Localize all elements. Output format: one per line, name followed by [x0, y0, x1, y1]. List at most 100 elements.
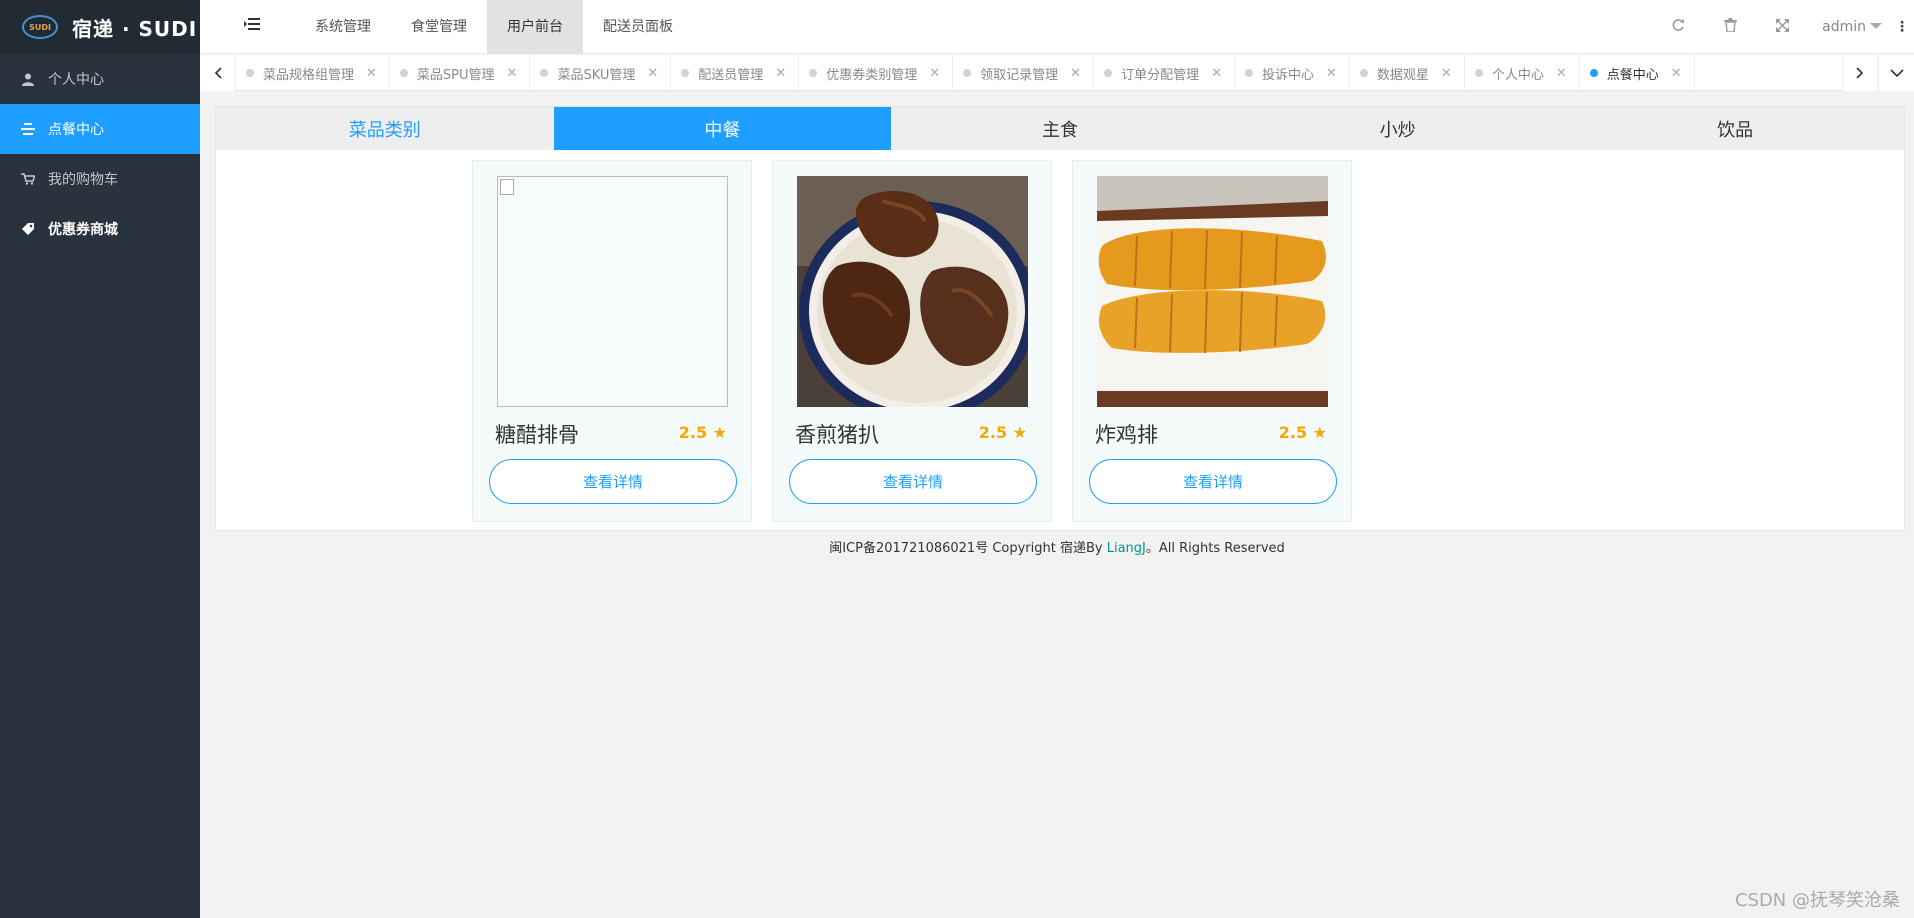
view-details-button[interactable]: 查看详情 — [789, 459, 1037, 504]
close-icon[interactable]: ✕ — [647, 66, 658, 81]
dish-image — [797, 176, 1028, 407]
footer-suffix: 。All Rights Reserved — [1145, 541, 1285, 556]
close-icon[interactable]: ✕ — [1556, 66, 1567, 81]
top-header: 系统管理 食堂管理 用户前台 配送员面板 admin ⋮ — [200, 0, 1914, 54]
tab-label: 点餐中心 — [1606, 67, 1659, 83]
tag-icon — [20, 222, 36, 236]
more-vertical-icon[interactable]: ⋮ — [1890, 19, 1914, 35]
view-details-button[interactable]: 查看详情 — [1089, 459, 1337, 504]
fullscreen-icon[interactable] — [1756, 18, 1808, 36]
close-icon[interactable]: ✕ — [929, 66, 940, 81]
close-icon[interactable]: ✕ — [1441, 66, 1452, 81]
top-menu-system[interactable]: 系统管理 — [295, 0, 391, 54]
tab-dot — [1359, 69, 1368, 77]
category-tab-chinese[interactable]: 中餐 — [553, 107, 892, 150]
tab-label: 数据观星 — [1376, 67, 1429, 83]
tab-claim-records[interactable]: 领取记录管理 ✕ — [953, 55, 1095, 91]
tab-dot — [399, 69, 408, 77]
dish-image — [1097, 176, 1328, 407]
footer-author-link[interactable]: LiangJ — [1107, 541, 1146, 556]
trash-icon[interactable] — [1704, 18, 1756, 36]
dish-rating: 2.5 ★ — [979, 423, 1027, 442]
watermark: CSDN @抚琴笑沧桑 — [1734, 890, 1900, 911]
menu-toggle-icon[interactable] — [244, 17, 260, 33]
user-icon — [20, 73, 36, 86]
tab-data-view[interactable]: 数据观星 ✕ — [1350, 55, 1465, 91]
header-actions: admin ⋮ — [1652, 0, 1914, 54]
tab-dot — [681, 69, 690, 77]
category-tab-stir-fry[interactable]: 小炒 — [1229, 107, 1567, 150]
sidebar-item-order-center[interactable]: 点餐中心 — [0, 104, 200, 154]
star-icon: ★ — [1012, 423, 1027, 442]
footer: 闽ICP备201721086021号 Copyright 宿递By LiangJ… — [200, 537, 1914, 556]
user-name: admin — [1822, 19, 1866, 35]
close-icon[interactable]: ✕ — [507, 66, 518, 81]
close-icon[interactable]: ✕ — [366, 66, 377, 81]
close-icon[interactable]: ✕ — [1326, 66, 1337, 81]
close-icon[interactable]: ✕ — [775, 66, 786, 81]
refresh-icon[interactable] — [1652, 18, 1704, 36]
close-icon[interactable]: ✕ — [1211, 66, 1222, 81]
logo-badge: SUDI — [22, 15, 58, 39]
top-menu-courier-panel[interactable]: 配送员面板 — [583, 0, 693, 54]
page-tabs-bar: 菜品规格组管理 ✕ 菜品SPU管理 ✕ 菜品SKU管理 ✕ 配送员管理 ✕ 优惠券类别管… — [200, 55, 1914, 91]
sidebar-item-label: 点餐中心 — [48, 122, 104, 138]
tabs-menu-chevron-down-icon[interactable] — [1878, 55, 1914, 91]
dish-card: 炸鸡排 2.5 ★ 查看详情 — [1072, 160, 1352, 522]
logo[interactable]: SUDI 宿递 · SUDI — [0, 0, 200, 54]
dish-image-broken — [497, 176, 728, 407]
tab-sku[interactable]: 菜品SKU管理 ✕ — [530, 55, 672, 91]
tab-dot — [246, 69, 254, 77]
top-menu-canteen[interactable]: 食堂管理 — [391, 0, 487, 54]
tab-dot — [540, 69, 549, 77]
tabs-prev-icon[interactable] — [200, 55, 236, 91]
dish-rating: 2.5 ★ — [1279, 423, 1327, 442]
dish-rating: 2.5 ★ — [679, 423, 727, 442]
sidebar: SUDI 宿递 · SUDI 个人中心 点餐中心 我的购物车 优惠券商城 — [0, 0, 200, 918]
tab-label: 领取记录管理 — [980, 67, 1059, 83]
dish-name: 香煎猪扒 — [795, 423, 879, 447]
tab-order-assign[interactable]: 订单分配管理 ✕ — [1094, 55, 1235, 91]
tab-label: 菜品SKU管理 — [557, 67, 636, 83]
category-tab-drinks[interactable]: 饮品 — [1566, 107, 1904, 150]
tab-dot — [1474, 69, 1483, 77]
close-icon[interactable]: ✕ — [1070, 66, 1081, 81]
tab-label: 菜品SPU管理 — [416, 67, 495, 83]
dish-card: 糖醋排骨 2.5 ★ 查看详情 — [472, 160, 752, 522]
tab-label: 投诉中心 — [1261, 67, 1314, 83]
tab-label: 优惠券类别管理 — [826, 67, 918, 83]
tab-complaints[interactable]: 投诉中心 ✕ — [1235, 55, 1350, 91]
tab-spec-group[interactable]: 菜品规格组管理 ✕ — [236, 55, 390, 91]
sidebar-item-cart[interactable]: 我的购物车 — [0, 154, 200, 204]
user-dropdown[interactable]: admin — [1808, 19, 1890, 35]
view-details-button[interactable]: 查看详情 — [489, 459, 737, 504]
tab-dot — [809, 69, 818, 77]
rating-value: 2.5 — [1278, 423, 1308, 442]
sidebar-item-label: 优惠券商城 — [48, 222, 118, 238]
footer-text: 闽ICP备201721086021号 Copyright 宿递By — [829, 541, 1103, 556]
category-tab-staple[interactable]: 主食 — [891, 107, 1229, 150]
tab-label: 配送员管理 — [698, 67, 764, 83]
tab-profile[interactable]: 个人中心 ✕ — [1465, 55, 1580, 91]
dish-card: 香煎猪扒 2.5 ★ 查看详情 — [772, 160, 1052, 522]
category-tabs: 菜品类别 中餐 主食 小炒 饮品 — [216, 107, 1904, 150]
tab-order-center[interactable]: 点餐中心 ✕ — [1580, 55, 1695, 91]
star-icon: ★ — [1312, 423, 1327, 442]
dish-name: 炸鸡排 — [1095, 423, 1158, 447]
close-icon[interactable]: ✕ — [1671, 66, 1682, 81]
tab-coupon-category[interactable]: 优惠券类别管理 ✕ — [799, 55, 954, 91]
tab-courier[interactable]: 配送员管理 ✕ — [671, 55, 800, 91]
tab-label: 菜品规格组管理 — [263, 67, 355, 83]
dish-list: 糖醋排骨 2.5 ★ 查看详情 香煎猪扒 2.5 ★ 查看详情 炸鸡排 2.5 … — [472, 160, 1352, 522]
tabs-next-icon[interactable] — [1842, 55, 1878, 91]
tab-spu[interactable]: 菜品SPU管理 ✕ — [390, 55, 531, 91]
rating-value: 2.5 — [678, 423, 708, 442]
sidebar-item-profile[interactable]: 个人中心 — [0, 54, 200, 104]
sidebar-item-label: 我的购物车 — [48, 172, 118, 188]
top-menu-user-front[interactable]: 用户前台 — [487, 0, 583, 54]
tab-dot — [1589, 69, 1598, 77]
app-title: 宿递 · SUDI — [72, 16, 198, 41]
chevron-down-icon — [1870, 23, 1882, 29]
sidebar-item-coupon-mall[interactable]: 优惠券商城 — [0, 204, 200, 254]
list-icon — [20, 123, 36, 135]
